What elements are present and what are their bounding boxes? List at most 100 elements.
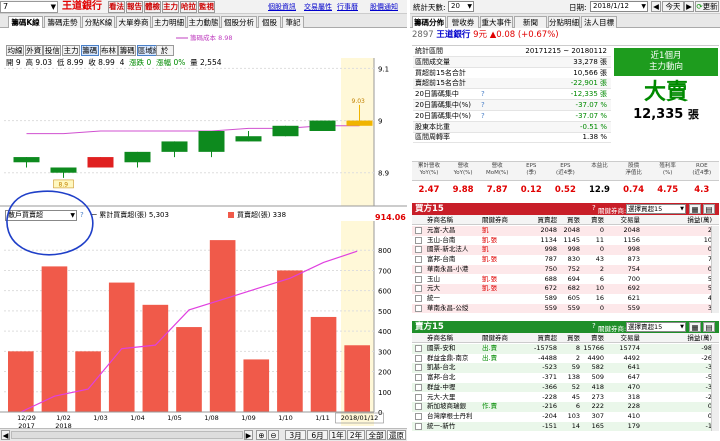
menu-item-4[interactable]: 哈拉 xyxy=(180,1,197,13)
top-link-2[interactable]: 行事曆 xyxy=(337,2,358,12)
right-tab-5[interactable]: 法人目標 xyxy=(581,16,617,28)
left-tab-0[interactable]: 籌碼K線 xyxy=(8,16,43,28)
top-link-0[interactable]: 個股資訊 xyxy=(268,2,296,12)
scrollbar-track[interactable] xyxy=(11,431,243,439)
sell-scrollbar[interactable] xyxy=(711,344,719,432)
table-row[interactable]: 富邦-台北 -371 138 509 647 -5 xyxy=(412,373,712,383)
buy-print-button[interactable]: ▤ xyxy=(703,204,715,214)
zoom-in-button[interactable]: ⊕ xyxy=(256,430,267,440)
chevron-down-icon[interactable]: ▼ xyxy=(680,205,684,213)
table-cell: 凱 xyxy=(482,245,489,254)
next-day-button[interactable]: ▶ xyxy=(684,1,694,12)
table-cell: 11 xyxy=(595,235,604,244)
top-link-1[interactable]: 交易屬性 xyxy=(304,2,332,12)
right-tab-4[interactable]: 分點明細 xyxy=(548,16,580,28)
help-icon[interactable]: ? xyxy=(481,89,485,99)
buy-scrollbar[interactable] xyxy=(711,226,719,314)
buy-select[interactable]: 選擇買超15 ▼ xyxy=(626,204,686,214)
stats-row: 區間成交量 33,278 張 xyxy=(413,56,611,68)
sell-grid-button[interactable]: ▦ xyxy=(689,322,701,332)
table-cell: 15774 xyxy=(619,344,640,352)
buy-grid-button[interactable]: ▦ xyxy=(689,204,701,214)
stats-row: 20日籌碼集中(%) -37.07 %? xyxy=(413,111,611,122)
table-row[interactable]: 元大 凱.張 672 682 10 692 5 xyxy=(412,284,712,294)
table-row[interactable]: 元富-大昌凱 2048 2048 0 2048 2 xyxy=(412,226,712,236)
table-cell: 華南永昌-小港 xyxy=(427,264,469,273)
help-icon[interactable]: ? xyxy=(481,100,485,110)
quote-line: 2897 王道銀行 9元 ▲0.08 (+0.67%) xyxy=(412,30,559,41)
stock-code-field[interactable]: 7 ▼ xyxy=(0,1,58,13)
table-row[interactable]: 華南永昌-小港 750 752 2 754 0 xyxy=(412,264,712,275)
table-row[interactable]: 玉山-台南 凱.張 1134 1145 11 1156 10 xyxy=(412,235,712,246)
left-tab-7[interactable]: 個股 xyxy=(258,16,281,28)
table-cell: 754 xyxy=(627,264,640,273)
top-link-3[interactable]: 股價通知 xyxy=(370,2,398,12)
period-button-5[interactable]: 還原 xyxy=(387,430,406,440)
left-tab-6[interactable]: 個股分析 xyxy=(221,16,257,28)
table-cell: 3 xyxy=(707,303,712,312)
left-tab-8[interactable]: 筆記 xyxy=(282,16,304,28)
trend-badge-value: 12,335 xyxy=(633,107,684,122)
period-button-0[interactable]: 3月 xyxy=(285,430,306,440)
date-input[interactable]: 2018/1/12 ▼ xyxy=(590,1,648,12)
table-row[interactable]: 富邦-台南 凱.張 787 830 43 873 7 xyxy=(412,255,712,265)
prev-day-button[interactable]: ◀ xyxy=(651,1,661,12)
date-tick-label: 1/10 xyxy=(278,414,293,422)
table-row[interactable]: 元大-大里 -228 45 273 318 -2 xyxy=(412,393,712,403)
chevron-down-icon[interactable]: ▼ xyxy=(641,2,646,11)
table-row[interactable]: 國票-安和 出.賣 -15758 8 15766 15774 -98 xyxy=(412,344,712,354)
left-tab-3[interactable]: 大單券商 xyxy=(116,16,151,28)
row-icon xyxy=(415,265,422,273)
period-button-3[interactable]: 2年 xyxy=(347,430,365,440)
menu-item-3[interactable]: 主力 xyxy=(162,1,179,13)
table-row[interactable]: 玉山 凱.張 688 694 6 700 5 xyxy=(412,275,712,285)
table-row[interactable]: 國票-新北法人凱 998 998 0 998 0 xyxy=(412,245,712,255)
left-tab-1[interactable]: 籌碼走勢 xyxy=(44,16,81,28)
table-cell: 1156 xyxy=(623,235,640,244)
period-button-4[interactable]: 全部 xyxy=(366,430,386,440)
right-tab-0[interactable]: 籌碼分佈 xyxy=(412,16,446,28)
help-icon[interactable]: ? xyxy=(592,204,596,212)
table-row[interactable]: 統一-新竹 -151 14 165 179 -1 xyxy=(412,421,712,432)
period-button-2[interactable]: 1年 xyxy=(329,430,346,440)
menu-item-2[interactable]: 體檢 xyxy=(144,1,161,13)
right-tab-2[interactable]: 重大事件 xyxy=(480,16,513,28)
stats-row: 區間周轉率 1.38 % xyxy=(413,132,611,144)
left-tab-2[interactable]: 分點K線 xyxy=(82,16,115,28)
table-row[interactable]: 華南永昌-公綬 559 559 0 559 3 xyxy=(412,303,712,314)
zoom-out-button[interactable]: ⊖ xyxy=(268,430,279,440)
table-row[interactable]: 凱基-台北 -523 59 582 641 -3 xyxy=(412,363,712,373)
range-select-value: 20 xyxy=(451,2,460,10)
chevron-down-icon[interactable]: ▼ xyxy=(51,2,56,12)
menu-item-1[interactable]: 報告 xyxy=(126,1,143,13)
table-cell: 凱.張 xyxy=(482,284,498,293)
table-row[interactable]: 群益金鼎-南京 出.賣 -4488 2 4490 4492 -26 xyxy=(412,353,712,364)
left-tab-5[interactable]: 主力動態 xyxy=(187,16,220,28)
menu-item-5[interactable]: 監視 xyxy=(198,1,215,13)
chevron-down-icon[interactable]: ▼ xyxy=(467,2,472,11)
sell-print-button[interactable]: ▤ xyxy=(703,322,715,332)
table-row[interactable]: 新加坡商瑞銀 作.賣 -216 6 222 228 0 xyxy=(412,402,712,412)
table-row[interactable]: 統一 589 605 16 621 4 xyxy=(412,294,712,304)
table-cell: -26 xyxy=(701,353,712,362)
chevron-down-icon[interactable]: ▼ xyxy=(680,323,684,331)
right-tab-1[interactable]: 營收券 xyxy=(447,16,479,28)
table-row[interactable]: 台灣摩根士丹利 -204 103 307 410 0 xyxy=(412,412,712,422)
today-button[interactable]: 今天 xyxy=(662,1,684,12)
sell-select[interactable]: 選擇賣超15 ▼ xyxy=(626,322,686,332)
menu-item-0[interactable]: 看法 xyxy=(108,1,125,13)
refresh-button[interactable]: ⟳更新 xyxy=(695,1,719,12)
financial-value: 7.87 xyxy=(486,185,508,195)
annotation-circle xyxy=(6,190,94,256)
range-select[interactable]: 20 ▼ xyxy=(448,1,474,12)
help-icon[interactable]: ? xyxy=(592,322,596,330)
left-tab-4[interactable]: 主力明細 xyxy=(152,16,186,28)
table-cell: 179 xyxy=(627,421,640,430)
scroll-right-button[interactable]: ▶ xyxy=(244,430,253,440)
right-tab-3[interactable]: 新聞 xyxy=(514,16,547,28)
help-icon[interactable]: ? xyxy=(481,111,485,121)
legend-daily-icon xyxy=(228,212,234,218)
scroll-left-button[interactable]: ◀ xyxy=(1,430,10,440)
period-button-1[interactable]: 6月 xyxy=(307,430,328,440)
table-row[interactable]: 群益-中壢 -366 52 418 470 -3 xyxy=(412,382,712,393)
